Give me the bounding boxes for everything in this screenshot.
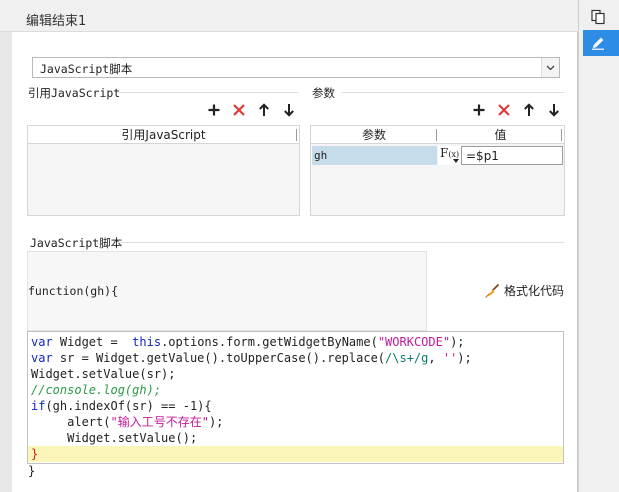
ref-js-move-down-button[interactable]	[281, 102, 297, 118]
edit-button[interactable]	[583, 30, 613, 56]
params-move-down-button[interactable]	[546, 102, 562, 118]
code-token: Widget.setValue();	[31, 431, 198, 445]
params-name-header[interactable]: 参数	[311, 126, 437, 144]
copy-button[interactable]	[583, 4, 613, 30]
column-separator	[296, 129, 297, 141]
param-name-cell[interactable]: gh	[312, 146, 437, 165]
arrow-down-icon	[549, 104, 559, 117]
code-token: alert(	[31, 415, 111, 429]
dialog-titlebar: 编辑结束1	[0, 0, 578, 32]
code-line: var sr = Widget.getValue().toUpperCase()…	[28, 350, 563, 366]
formula-fx-sub: (x)	[448, 150, 460, 159]
code-token: sr = Widget.getValue().toUpperCase().rep…	[52, 351, 386, 365]
js-script-section-label: JavaScript脚本	[30, 236, 123, 250]
arrow-down-icon	[284, 104, 294, 117]
code-token: Widget =	[52, 335, 133, 349]
code-line: //console.log(gh);	[28, 382, 563, 398]
code-token: if	[31, 399, 46, 413]
code-token: (gh.indexOf(sr) == -1){	[45, 399, 212, 413]
code-token: .options.form.getWidgetByName(	[161, 335, 378, 349]
code-token: "输入工号不存在"	[110, 415, 209, 429]
chevron-down-icon[interactable]	[541, 58, 559, 77]
code-token: );	[450, 335, 465, 349]
code-line: if(gh.indexOf(sr) == -1){	[28, 398, 563, 414]
ref-js-move-up-button[interactable]	[256, 102, 272, 118]
column-separator	[561, 129, 562, 141]
plus-icon	[208, 104, 220, 116]
code-token: var	[31, 335, 53, 349]
pencil-icon	[592, 37, 604, 50]
js-script-divider	[118, 242, 564, 243]
ref-js-section-label: 引用JavaScript	[28, 86, 121, 100]
code-token: this	[132, 335, 162, 349]
code-line: var Widget = this.options.form.getWidget…	[28, 334, 563, 350]
arrow-up-icon	[259, 103, 269, 116]
ref-js-column-header[interactable]: 引用JavaScript	[28, 126, 299, 144]
ref-js-divider	[118, 92, 298, 93]
params-add-button[interactable]	[471, 102, 487, 118]
code-token: /\s+/g	[385, 351, 429, 365]
script-type-select[interactable]: JavaScript脚本	[32, 57, 560, 78]
dialog-left-gutter	[0, 32, 12, 492]
right-side-toolbar	[578, 0, 619, 492]
edit-dialog: 编辑结束1 JavaScript脚本 引用JavaScript 引用JavaSc…	[0, 0, 578, 492]
copy-button-tail	[613, 4, 619, 30]
code-line: Widget.setValue();	[28, 430, 563, 446]
broom-icon	[485, 283, 500, 298]
ref-js-table: 引用JavaScript	[27, 125, 300, 216]
code-token: var	[31, 351, 53, 365]
copy-icon	[591, 9, 605, 25]
code-token: ,	[428, 351, 443, 365]
params-value-header[interactable]: 值	[437, 126, 564, 144]
ref-js-add-button[interactable]	[206, 102, 222, 118]
params-section-label: 参数	[312, 86, 335, 100]
script-type-value: JavaScript脚本	[40, 62, 133, 76]
params-move-up-button[interactable]	[521, 102, 537, 118]
format-code-button[interactable]: 格式化代码	[484, 282, 564, 299]
code-comment: //console.log(gh);	[31, 383, 162, 397]
code-token: ''	[442, 351, 458, 365]
code-line: Widget.setValue(sr);	[28, 366, 563, 382]
code-editor[interactable]: var Widget = this.options.form.getWidget…	[27, 331, 564, 464]
dropdown-triangle-icon	[453, 159, 459, 163]
code-token: Widget.setValue(sr);	[31, 367, 176, 381]
params-divider	[342, 92, 564, 93]
code-line-current: }	[28, 446, 563, 462]
code-token: "WORKCODE"	[377, 335, 451, 349]
delete-x-icon	[498, 104, 510, 116]
code-token: );	[457, 351, 472, 365]
params-table: 参数 值 gh F(x) =$p1	[310, 125, 565, 216]
code-line: alert("输入工号不存在");	[28, 414, 563, 430]
edit-button-tail	[613, 30, 619, 56]
function-signature: function(gh){	[28, 284, 119, 298]
param-value-input[interactable]: =$p1	[461, 146, 563, 165]
code-token: );	[208, 415, 224, 429]
ref-js-delete-button[interactable]	[231, 102, 247, 118]
function-closing-brace: }	[28, 464, 36, 478]
params-delete-button[interactable]	[496, 102, 512, 118]
code-token: }	[31, 447, 39, 461]
format-code-label: 格式化代码	[504, 284, 565, 298]
dialog-title: 编辑结束1	[26, 14, 87, 29]
formula-button[interactable]: F(x)	[438, 146, 461, 165]
plus-icon	[473, 104, 485, 116]
arrow-up-icon	[524, 103, 534, 116]
delete-x-icon	[233, 104, 245, 116]
